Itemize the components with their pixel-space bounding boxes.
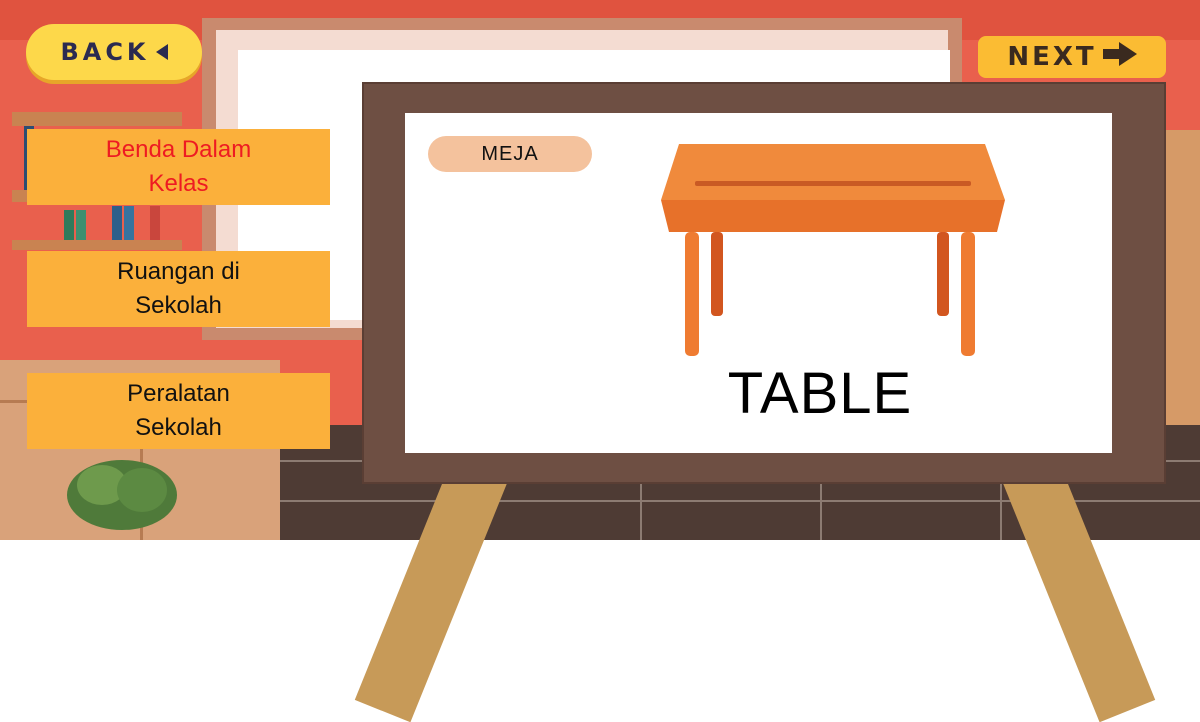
english-word: TABLE [727,361,913,426]
book [150,206,160,240]
table-icon [661,144,1005,356]
book [76,210,86,240]
book [112,206,122,240]
next-label: NEXT [1007,42,1097,72]
arrow-left-icon [155,38,168,66]
arrow-right-icon [1102,41,1137,73]
indonesian-word-label: MEJA [428,136,592,172]
menu-item-label: Benda Dalam Kelas [105,136,252,197]
menu-item-ruangan-di-sekolah[interactable]: Ruangan di Sekolah [27,251,330,327]
menu-item-label: Ruangan di Sekolah [117,258,240,319]
book [124,206,134,240]
menu-item-label: Peralatan Sekolah [127,380,230,441]
bookshelf-bottom [12,240,182,250]
next-button[interactable]: NEXT [978,36,1166,78]
menu-item-benda-dalam-kelas[interactable]: Benda Dalam Kelas [27,129,330,205]
menu-item-peralatan-sekolah[interactable]: Peralatan Sekolah [27,373,330,449]
plant-icon [67,460,177,530]
back-button[interactable]: BACK [26,24,202,80]
bookshelf-top [12,112,182,126]
book [64,210,74,240]
right-bookshelf [1160,130,1200,430]
back-label: BACK [60,38,150,66]
